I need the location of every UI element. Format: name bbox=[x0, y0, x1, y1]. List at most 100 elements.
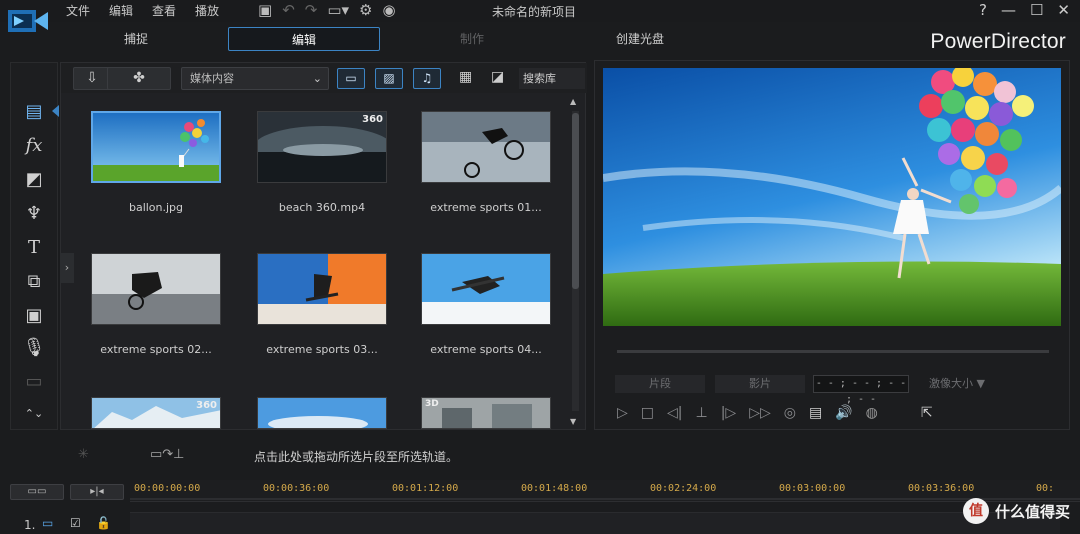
import-media-button[interactable]: ⇩ bbox=[73, 67, 111, 90]
media-thumbnail[interactable]: 360 bbox=[91, 397, 221, 429]
clip-mode-button[interactable]: 片段 bbox=[615, 375, 705, 393]
media-item[interactable]: extreme sports 02... bbox=[91, 253, 225, 356]
media-item[interactable]: 360 bbox=[91, 397, 225, 429]
watermark-text: 什么值得买 bbox=[994, 502, 1070, 521]
tab-create-disc[interactable]: 创建光盘 bbox=[564, 27, 716, 51]
pip-room-icon[interactable]: ◩ bbox=[21, 167, 47, 193]
filter-image-button[interactable]: ▨ bbox=[375, 68, 403, 89]
media-item[interactable]: extreme sports 04... bbox=[421, 253, 555, 356]
transition-room-icon[interactable]: ⧉ bbox=[21, 269, 47, 295]
ruler-tick-label: 00:03:36:00 bbox=[908, 483, 975, 494]
tab-edit[interactable]: 编辑 bbox=[228, 27, 380, 51]
ruler-tick-label: 00:00:00:00 bbox=[134, 483, 201, 494]
display-mode-icon[interactable]: ▭▾ bbox=[327, 1, 349, 19]
media-item[interactable]: extreme sports 03... bbox=[257, 253, 391, 356]
3d-badge: 3D bbox=[425, 399, 439, 409]
grid-view-icon[interactable]: ▦ bbox=[459, 69, 472, 85]
360-badge: 360 bbox=[362, 114, 383, 125]
media-item[interactable]: 360 beach 360.mp4 bbox=[257, 111, 391, 214]
close-icon[interactable]: ✕ bbox=[1057, 1, 1070, 19]
media-thumbnail[interactable]: 360 bbox=[257, 111, 387, 183]
mark-icon[interactable]: ⊥ bbox=[696, 405, 708, 421]
particle-room-icon[interactable]: ♆ bbox=[21, 201, 47, 227]
scroll-thumb[interactable] bbox=[572, 113, 579, 289]
undock-preview-icon[interactable]: ⇱ bbox=[921, 405, 933, 421]
media-thumbnail[interactable] bbox=[91, 253, 221, 325]
track-number: 1. bbox=[24, 518, 36, 532]
ruler-baseline bbox=[130, 498, 1080, 500]
timeline-hint: 点击此处或拖动所选片段至所选轨道。 bbox=[254, 450, 459, 464]
undo-icon[interactable]: ↶ bbox=[282, 1, 295, 19]
hd-toggle-icon[interactable]: ◍ bbox=[866, 405, 878, 421]
fx-room-icon[interactable]: fx bbox=[21, 133, 47, 159]
next-frame-icon[interactable]: |▷ bbox=[721, 405, 736, 421]
watermark-logo-icon: 值 bbox=[962, 498, 989, 524]
audio-mixing-icon[interactable]: ▣ bbox=[21, 303, 47, 329]
tab-capture[interactable]: 捕捉 bbox=[60, 27, 212, 51]
media-thumbnail[interactable] bbox=[257, 253, 387, 325]
save-icon[interactable]: ▣ bbox=[258, 1, 272, 19]
insert-clip-mode-icon[interactable]: ▭↷⊥ bbox=[150, 447, 185, 462]
expand-panel-icon[interactable]: › bbox=[60, 253, 74, 283]
menu-play[interactable]: 播放 bbox=[195, 2, 230, 19]
timeline-ruler[interactable]: 00:00:00:00 00:00:36:00 00:01:12:00 00:0… bbox=[130, 480, 1080, 502]
preview-panel: 片段 影片 - - ; - - ; - - ; - - 激像大小 ▼ ▷ □ ◁… bbox=[594, 60, 1070, 430]
video-track-icon[interactable]: ▭ bbox=[42, 516, 53, 530]
media-thumbnail[interactable] bbox=[421, 253, 551, 325]
redo-icon[interactable]: ↷ bbox=[305, 1, 318, 19]
timeline-view-button[interactable]: ▭▭ bbox=[10, 484, 64, 500]
thumbnail-size-icon[interactable]: ◪ bbox=[491, 69, 504, 85]
preview-seek-bar[interactable] bbox=[617, 350, 1049, 353]
media-thumbnail[interactable] bbox=[91, 111, 221, 183]
media-item-label: extreme sports 04... bbox=[430, 343, 542, 356]
title-room-icon[interactable]: T bbox=[21, 235, 47, 261]
media-thumbnail[interactable] bbox=[257, 397, 387, 429]
filter-audio-button[interactable]: ♫ bbox=[413, 68, 441, 89]
media-item[interactable] bbox=[257, 397, 391, 429]
stop-icon[interactable]: □ bbox=[641, 405, 654, 421]
scroll-up-icon[interactable]: ▲ bbox=[570, 97, 576, 106]
scroll-down-icon[interactable]: ▼ bbox=[570, 417, 576, 426]
maximize-icon[interactable]: ☐ bbox=[1030, 1, 1043, 19]
media-item[interactable]: ballon.jpg bbox=[91, 111, 225, 214]
timecode-display[interactable]: - - ; - - ; - - ; - - bbox=[813, 375, 909, 405]
timeline-ruler-row: ▭▭ ▸|◂ 00:00:00:00 00:00:36:00 00:01:12:… bbox=[0, 480, 1080, 502]
volume-icon[interactable]: 🔊 bbox=[835, 405, 852, 421]
library-scrollbar[interactable]: ▲ ▼ bbox=[569, 97, 581, 427]
fit-timeline-button[interactable]: ▸|◂ bbox=[70, 484, 124, 500]
media-item[interactable]: 3D bbox=[421, 397, 555, 429]
media-thumbnail[interactable] bbox=[421, 111, 551, 183]
movie-mode-button[interactable]: 影片 bbox=[715, 375, 805, 393]
play-icon[interactable]: ▷ bbox=[617, 405, 628, 421]
voiceover-mic-icon[interactable]: 🎙 bbox=[21, 335, 47, 361]
rail-active-indicator-icon bbox=[52, 105, 59, 117]
help-icon[interactable]: ? bbox=[979, 1, 987, 19]
minimize-icon[interactable]: — bbox=[1001, 1, 1016, 19]
track-clip-area[interactable] bbox=[130, 512, 1060, 534]
media-content-select[interactable]: 媒体内容 ⌄ bbox=[181, 67, 329, 90]
track-enable-checkbox-icon[interactable]: ☑ bbox=[70, 516, 81, 530]
media-room-icon[interactable]: ▤ bbox=[21, 99, 47, 125]
subtitle-icon[interactable]: ▤ bbox=[809, 405, 822, 421]
track-lock-icon[interactable]: 🔓 bbox=[96, 516, 111, 530]
media-item-label: extreme sports 03... bbox=[266, 343, 378, 356]
menu-edit[interactable]: 编辑 bbox=[109, 2, 144, 19]
menu-file[interactable]: 文件 bbox=[66, 2, 101, 19]
snowboard-jump-thumbnail bbox=[422, 254, 550, 324]
preview-quality-select[interactable]: 激像大小 ▼ bbox=[929, 375, 985, 393]
user-circle-icon[interactable]: ◉ bbox=[383, 1, 396, 19]
rail-scroll-icon[interactable]: ⌃⌄ bbox=[21, 401, 47, 427]
menu-view[interactable]: 查看 bbox=[152, 2, 187, 19]
previous-frame-icon[interactable]: ◁| bbox=[667, 405, 682, 421]
main-menu: 文件 编辑 查看 播放 bbox=[66, 2, 238, 19]
plugins-button[interactable]: ✤ bbox=[107, 67, 171, 90]
media-item[interactable]: extreme sports 01... bbox=[421, 111, 555, 214]
search-library-field[interactable]: 搜索库 bbox=[519, 68, 585, 89]
media-thumbnail[interactable]: 3D bbox=[421, 397, 551, 429]
media-library: ⇩ ✤ 媒体内容 ⌄ ▭ ▨ ♫ ▦ ◪ 搜索库 ballon.jpg 360 … bbox=[60, 62, 587, 430]
settings-gear-icon[interactable]: ⚙ bbox=[359, 1, 372, 19]
fast-forward-icon[interactable]: ▷▷ bbox=[749, 405, 771, 421]
filter-video-button[interactable]: ▭ bbox=[337, 68, 365, 89]
snapshot-camera-icon[interactable]: ◎ bbox=[784, 405, 796, 421]
balloon-photo-thumbnail bbox=[93, 113, 219, 181]
